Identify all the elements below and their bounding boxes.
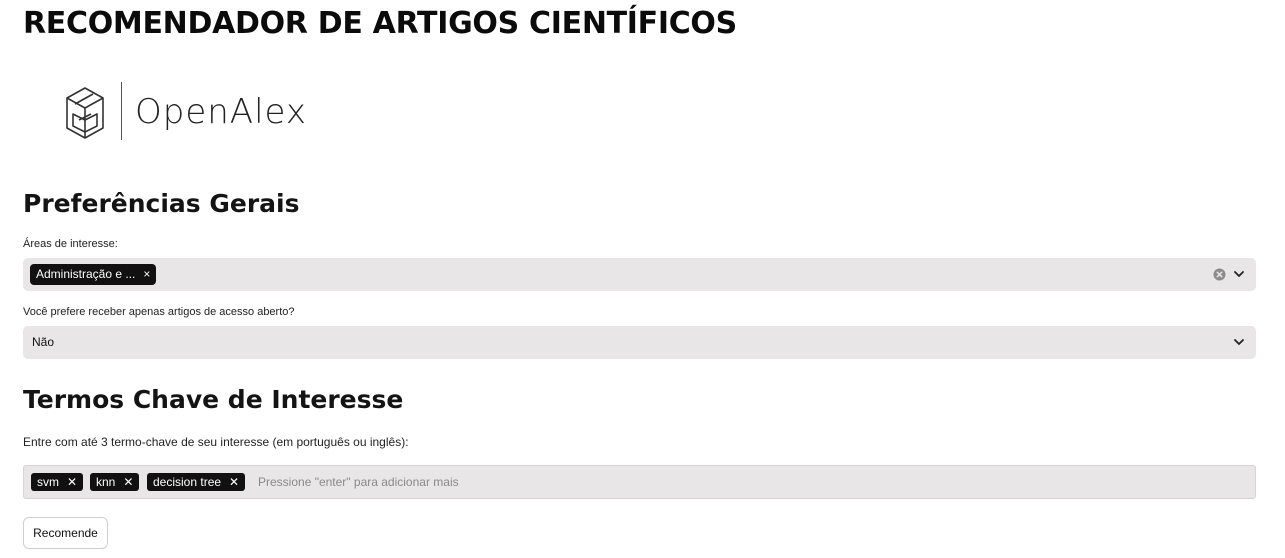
- logo-divider: [121, 82, 122, 140]
- keyword-tag-label: decision tree: [153, 475, 222, 489]
- keyword-input-placeholder[interactable]: Pressione "enter" para adicionar mais: [258, 466, 459, 498]
- section-heading-general: Preferências Gerais: [23, 189, 300, 218]
- open-access-value: Não: [32, 335, 55, 349]
- keywords-tag-input[interactable]: svm ✕ knn ✕ decision tree ✕ Pressione "ente…: [23, 465, 1256, 499]
- openalex-logo-icon: [66, 87, 104, 139]
- remove-chip-icon[interactable]: ×: [143, 267, 150, 281]
- remove-tag-icon[interactable]: ✕: [123, 475, 133, 489]
- logo-text: OpenAlex: [135, 92, 307, 132]
- remove-tag-icon[interactable]: ✕: [67, 475, 77, 489]
- open-access-select[interactable]: Não: [23, 326, 1256, 359]
- areas-label: Áreas de interesse:: [23, 238, 118, 250]
- remove-tag-icon[interactable]: ✕: [229, 475, 239, 489]
- area-chip-label: Administração e ...: [36, 267, 136, 281]
- area-chip[interactable]: Administração e ... ×: [30, 264, 157, 285]
- keyword-tag-label: knn: [96, 475, 116, 489]
- page-title: RECOMENDADOR DE ARTIGOS CIENTÍFICOS: [23, 6, 737, 41]
- clear-icon[interactable]: [1213, 268, 1226, 281]
- keyword-tag-label: svm: [37, 475, 59, 489]
- section-heading-keywords: Termos Chave de Interesse: [23, 385, 404, 414]
- chevron-down-icon[interactable]: [1232, 267, 1246, 281]
- keyword-tag[interactable]: svm ✕: [31, 473, 84, 491]
- keywords-instruction: Entre com até 3 termo-chave de seu inter…: [23, 435, 409, 449]
- keyword-tag[interactable]: knn ✕: [90, 473, 140, 491]
- openalex-logo: OpenAlex: [63, 82, 306, 142]
- recommend-button[interactable]: Recomende: [23, 517, 108, 549]
- chevron-down-icon[interactable]: [1232, 335, 1246, 349]
- areas-multiselect[interactable]: Administração e ... ×: [23, 258, 1256, 291]
- keyword-tag[interactable]: decision tree ✕: [147, 473, 246, 491]
- open-access-label: Você prefere receber apenas artigos de a…: [23, 306, 295, 318]
